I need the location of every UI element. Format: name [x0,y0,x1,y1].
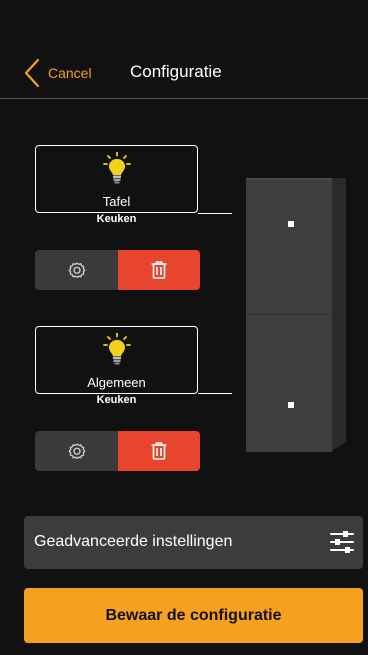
switch-device-illustration [246,178,346,452]
settings-button[interactable] [35,250,118,290]
app-header: Cancel Configuratie [0,0,368,99]
device-room: Keuken [96,213,137,225]
device-card-algemeen[interactable]: Algemeen Keuken [35,326,198,406]
advanced-settings-button[interactable]: Geadvanceerde instellingen [24,516,363,569]
chevron-left-icon [24,58,40,88]
sliders-icon [330,531,354,553]
trash-icon [151,261,167,279]
connector-line [198,393,232,394]
trash-icon [151,442,167,460]
lightbulb-icon [103,333,131,365]
save-configuration-button[interactable]: Bewaar de configuratie [24,588,363,643]
device-name: Tafel [102,194,131,209]
led-indicator [288,402,294,408]
card-actions [35,250,200,290]
card-actions [35,431,200,471]
connector-line [198,213,232,214]
gear-icon [67,262,86,279]
cancel-button[interactable]: Cancel [22,58,92,88]
led-indicator [288,221,294,227]
settings-button[interactable] [35,431,118,471]
delete-button[interactable] [118,250,200,290]
delete-button[interactable] [118,431,200,471]
lightbulb-icon [103,152,131,184]
cancel-label: Cancel [48,65,92,81]
save-configuration-label: Bewaar de configuratie [105,606,282,624]
device-name: Algemeen [87,375,146,390]
page-title: Configuratie [130,62,222,81]
gear-icon [67,443,86,460]
device-room: Keuken [96,394,137,406]
advanced-settings-label: Geadvanceerde instellingen [34,533,233,550]
device-card-tafel[interactable]: Tafel Keuken [35,145,198,225]
